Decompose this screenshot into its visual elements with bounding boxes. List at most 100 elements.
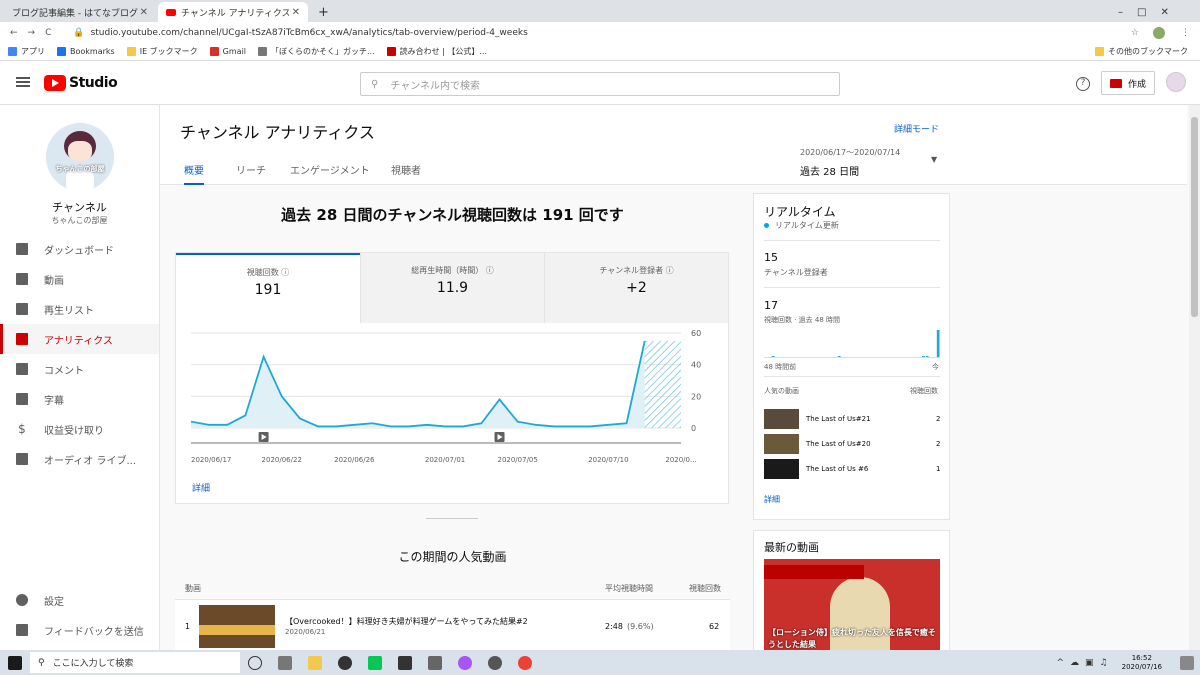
url-text[interactable]: studio.youtube.com/channel/UCgaI-tSzA87i… (91, 28, 528, 38)
window-controls[interactable]: –□✕ (1110, 2, 1191, 22)
taskview-icon[interactable] (278, 655, 292, 670)
bookmark-apps[interactable]: アプリ (8, 46, 45, 57)
sidebar-item-audio-library[interactable]: オーディオ ライブ... (0, 444, 159, 474)
sidebar-item-label: コメント (44, 365, 84, 377)
app-icon[interactable] (398, 655, 412, 670)
create-button[interactable]: 作成 (1101, 71, 1155, 95)
bookmark-item[interactable]: Bookmarks (57, 47, 115, 56)
sidebar-item-feedback[interactable]: フィードバックを送信 (0, 615, 159, 645)
notification-icon[interactable] (1180, 655, 1194, 670)
sidebar-item-label: 動画 (44, 275, 64, 287)
tray-icons[interactable]: ^☁▣♫ (1057, 658, 1114, 668)
row-pct: (9.6%) (627, 622, 654, 631)
youtube-logo-icon[interactable] (44, 75, 66, 91)
sidebar-item-subtitles[interactable]: 字幕 (0, 384, 159, 414)
metric-label: チャンネル登録者 (599, 266, 664, 275)
chart-detail-link[interactable]: 詳細 (192, 481, 210, 494)
star-icon[interactable]: ☆ (1131, 28, 1139, 38)
hamburger-icon[interactable] (16, 77, 30, 87)
sidebar-item-monetization[interactable]: $ 収益受け取り (0, 414, 159, 444)
video-thumbnail (764, 409, 799, 429)
channel-avatar[interactable]: ちゃんこの部屋 (46, 123, 114, 191)
search-input[interactable]: ⚲ チャンネル内で検索 (360, 72, 840, 96)
cortana-icon[interactable] (248, 655, 262, 670)
chrome-icon[interactable] (518, 655, 532, 670)
bookmark-item[interactable]: Gmail (209, 47, 246, 56)
camera-icon (1110, 78, 1122, 88)
windows-start-icon[interactable] (8, 655, 22, 670)
realtime-sparkline[interactable] (764, 330, 940, 358)
realtime-views-value: 17 (764, 299, 778, 312)
menu-icon[interactable]: ⋮ (1181, 28, 1190, 38)
advanced-mode-link[interactable]: 詳細モード (894, 122, 939, 135)
profile-icon[interactable] (1153, 26, 1165, 39)
views-chart[interactable]: 0 20 40 60 2020/06/17 2020/06/22 2020/06/26 202… (176, 323, 728, 468)
bookmark-label: 読み合わせ | 【公式】... (399, 47, 488, 56)
app-icon[interactable] (338, 655, 352, 670)
sidebar-item-videos[interactable]: 動画 (0, 264, 159, 294)
analytics-icon (16, 333, 28, 345)
period-selector[interactable]: 2020/06/17〜2020/07/14 過去 28 日間 ▼ (800, 147, 940, 178)
metric-value: 191 (254, 282, 282, 298)
sidebar-item-settings[interactable]: 設定 (0, 585, 159, 615)
scrollbar[interactable] (1189, 105, 1200, 650)
tab-engagement[interactable]: エンゲージメント (290, 162, 370, 185)
channel-title: チャンネル (52, 201, 107, 214)
photos-icon[interactable] (428, 655, 442, 670)
popular-title: この期間の人気動画 (398, 550, 507, 564)
nav-icons[interactable]: ←→C (10, 28, 61, 38)
table-row[interactable]: 1 【Overcooked！】料理好き夫婦が料理ゲームをやってみた結果#2 20… (175, 600, 730, 650)
bookmark-item[interactable]: IE ブックマーク (126, 46, 198, 57)
tab-reach[interactable]: リーチ (236, 162, 266, 185)
metric-tile-views[interactable]: 視聴回数 ⓘ 191 (176, 253, 360, 323)
live-dot-icon (764, 223, 769, 228)
list-item[interactable]: The Last of Us #6 1 (764, 459, 940, 479)
taskbar-search[interactable]: ⚲ ここに入力して検索 (30, 652, 240, 673)
popular-table-header: 動画 平均視聴時間 視聴回数 (175, 578, 730, 600)
scroll-thumb[interactable] (1191, 117, 1198, 317)
close-icon[interactable]: ✕ (292, 7, 300, 18)
sidebar-item-dashboard[interactable]: ダッシュボード (0, 234, 159, 264)
studio-logo[interactable]: Studio (69, 75, 118, 91)
metric-tile-watch-time[interactable]: 総再生時間（時間） ⓘ 11.9 (360, 253, 544, 323)
tab-overview[interactable]: 概要 (184, 162, 204, 185)
bookmark-item[interactable]: 「ぼくらのかそく」ガッチ... (258, 46, 375, 57)
col-video: 動画 (185, 584, 201, 593)
bookmark-other[interactable]: その他のブックマーク (1095, 46, 1188, 57)
gear-icon[interactable] (488, 655, 502, 670)
comment-icon (16, 363, 28, 375)
explorer-icon[interactable] (308, 655, 322, 670)
help-icon[interactable]: ? (1076, 77, 1090, 91)
metric-tile-subscribers[interactable]: チャンネル登録者 ⓘ +2 (544, 253, 728, 323)
sidebar-item-analytics[interactable]: アナリティクス (0, 324, 159, 354)
thumbnail-banner (764, 565, 864, 579)
tab-audience[interactable]: 視聴者 (391, 162, 421, 185)
video-thumbnail[interactable] (199, 605, 275, 648)
new-tab-button[interactable]: + (310, 2, 337, 22)
create-label: 作成 (1128, 79, 1147, 90)
browser-tab-hatena[interactable]: ブログ記事編集 - はてなブログ ✕ (4, 2, 156, 22)
x-tick-label: 2020/07/10 (588, 456, 628, 464)
app-icon[interactable] (458, 655, 472, 670)
divider (426, 518, 478, 519)
studio-header: Studio ⚲ チャンネル内で検索 ? 作成 (0, 62, 1200, 105)
info-icon: ⓘ (281, 268, 290, 277)
dropdown-icon: ▼ (931, 155, 938, 164)
account-avatar[interactable] (1166, 72, 1186, 92)
close-icon[interactable]: ✕ (140, 7, 148, 18)
clock[interactable]: 16:52 2020/07/16 (1122, 654, 1162, 672)
row-title[interactable]: 【Overcooked！】料理好き夫婦が料理ゲームをやってみた結果#2 (285, 616, 605, 627)
bookmark-label: 「ぼくらのかそく」ガッチ... (271, 47, 375, 56)
browser-tab-studio[interactable]: チャンネル アナリティクス - YouTube Studio✕ (158, 2, 308, 22)
bookmark-item[interactable]: 読み合わせ | 【公式】... (386, 46, 488, 57)
sidebar-item-playlists[interactable]: 再生リスト (0, 294, 159, 324)
dashboard-icon (16, 243, 28, 255)
sidebar-item-comments[interactable]: コメント (0, 354, 159, 384)
y-tick-label: 20 (691, 392, 701, 401)
line-icon[interactable] (368, 655, 382, 670)
latest-thumbnail[interactable]: 【ローション侍】疲れ切った友人を信長で癒そうとした結果 (764, 559, 940, 651)
list-item[interactable]: The Last of Us#20 2 (764, 434, 940, 454)
taskbar: ⚲ ここに入力して検索 ^☁▣♫ 16:52 2020/07/16 (0, 650, 1200, 675)
realtime-detail-link[interactable]: 詳細 (764, 494, 780, 505)
list-item[interactable]: The Last of Us#21 2 (764, 409, 940, 429)
